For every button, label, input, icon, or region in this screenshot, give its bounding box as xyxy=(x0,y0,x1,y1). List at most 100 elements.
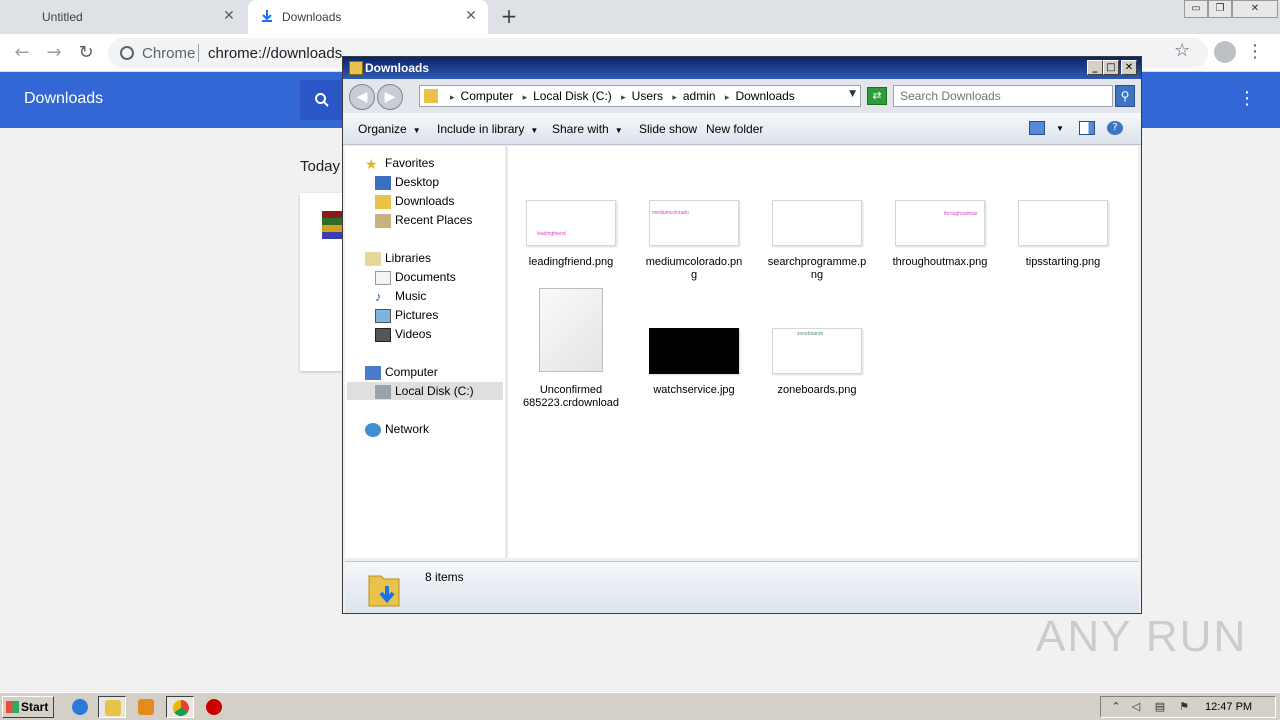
network-tray-icon[interactable]: ▤ xyxy=(1153,700,1167,714)
nav-recent-places[interactable]: Recent Places xyxy=(375,213,472,228)
restore-button[interactable]: ❐ xyxy=(1208,0,1232,18)
clock[interactable]: 12:47 PM xyxy=(1205,701,1252,713)
nav-desktop[interactable]: Desktop xyxy=(375,175,439,190)
nav-music[interactable]: ♪ Music xyxy=(375,289,426,304)
maximize-button[interactable]: □ xyxy=(1103,60,1119,75)
include-in-library-button[interactable]: Include in library ▼ xyxy=(437,122,538,136)
tab-close-icon[interactable]: ✕ xyxy=(220,7,238,25)
start-button[interactable]: Start xyxy=(2,696,54,718)
browser-tabstrip: Untitled ✕ Downloads ✕ + ▭ ❐ ✕ xyxy=(0,0,1280,34)
nav-favorites[interactable]: ★ Favorites xyxy=(365,156,434,171)
nav-pictures[interactable]: Pictures xyxy=(375,308,438,323)
slide-show-button[interactable]: Slide show xyxy=(639,122,697,136)
forward-button[interactable]: → xyxy=(42,41,66,65)
internet-explorer-icon xyxy=(72,699,88,715)
close-button[interactable]: ✕ xyxy=(1121,60,1137,75)
views-dropdown-icon[interactable]: ▼ xyxy=(1056,124,1064,133)
breadcrumb-local-disk[interactable]: Local Disk (C:) xyxy=(533,89,612,103)
search-icon[interactable] xyxy=(300,80,344,120)
taskbar-media-player[interactable] xyxy=(132,696,160,718)
pictures-icon xyxy=(375,308,391,323)
close-button[interactable]: ✕ xyxy=(1232,0,1278,18)
taskbar-explorer[interactable] xyxy=(98,696,126,718)
file-name: watchservice.jpg xyxy=(653,384,735,396)
search-input[interactable] xyxy=(900,89,1100,103)
libraries-icon xyxy=(365,251,381,266)
breadcrumb-downloads[interactable]: Downloads xyxy=(735,89,794,103)
download-card[interactable] xyxy=(300,193,344,371)
tab-close-icon[interactable]: ✕ xyxy=(462,7,480,25)
taskbar-opera[interactable] xyxy=(200,696,228,718)
breadcrumb-admin[interactable]: admin xyxy=(683,89,716,103)
file-name: throughoutmax.png xyxy=(892,256,988,268)
taskbar-chrome[interactable] xyxy=(166,696,194,718)
file-name: mediumcolorado.png xyxy=(645,256,743,281)
chrome-menu-icon[interactable]: ⋮ xyxy=(1246,41,1264,62)
image-thumbnail: throughoutmax xyxy=(895,200,985,246)
new-tab-button[interactable]: + xyxy=(498,5,520,27)
show-hidden-icons-icon[interactable]: ⌃ xyxy=(1109,700,1123,714)
image-thumbnail xyxy=(772,200,862,246)
back-button[interactable]: ◀ xyxy=(349,84,375,110)
folder-icon xyxy=(349,61,363,75)
breadcrumb-path: ▸ Computer ▸ Local Disk (C:) ▸ Users ▸ admin… xyxy=(450,89,795,103)
more-actions-icon[interactable]: ⋮ xyxy=(1238,88,1256,109)
minimize-button[interactable]: ▭ xyxy=(1184,0,1208,18)
omnibox-url[interactable]: chrome://downloads xyxy=(208,45,342,62)
downloads-folder-icon xyxy=(368,575,400,607)
nav-downloads[interactable]: Downloads xyxy=(375,194,454,209)
nav-videos[interactable]: Videos xyxy=(375,327,431,342)
videos-icon xyxy=(375,327,391,342)
breadcrumb-users[interactable]: Users xyxy=(632,89,663,103)
desktop-icon xyxy=(375,175,391,190)
image-thumbnail: leadingfriend xyxy=(526,200,616,246)
new-folder-button[interactable]: New folder xyxy=(706,122,763,136)
minimize-button[interactable]: _ xyxy=(1087,60,1103,75)
file-name: leadingfriend.png xyxy=(528,256,614,268)
search-box[interactable] xyxy=(893,85,1113,107)
file-name: Unconfirmed 685223.crdownload xyxy=(522,384,620,409)
nav-libraries[interactable]: Libraries xyxy=(365,251,431,266)
music-icon: ♪ xyxy=(375,288,382,304)
file-name: zoneboards.png xyxy=(777,384,857,396)
breadcrumb-computer[interactable]: Computer xyxy=(461,89,514,103)
explorer-titlebar[interactable]: Downloads _ □ ✕ xyxy=(343,57,1141,79)
image-thumbnail xyxy=(649,328,739,374)
taskbar-ie[interactable] xyxy=(66,696,94,718)
nav-local-disk[interactable]: Local Disk (C:) xyxy=(375,384,474,399)
organize-button[interactable]: Organize ▼ xyxy=(358,122,421,136)
chrome-page-icon xyxy=(120,46,134,60)
search-icon[interactable]: ⚲ xyxy=(1115,85,1135,107)
downloads-folder-icon xyxy=(424,89,438,103)
tab-downloads[interactable]: Downloads ✕ xyxy=(248,0,488,34)
command-bar: Organize ▼ Include in library ▼ Share with… xyxy=(343,113,1141,145)
page-title: Downloads xyxy=(24,90,104,107)
views-icon[interactable] xyxy=(1029,121,1045,135)
volume-icon[interactable]: ◁ xyxy=(1129,700,1143,714)
breadcrumb[interactable]: ▸ Computer ▸ Local Disk (C:) ▸ Users ▸ admin… xyxy=(419,85,861,107)
profile-avatar[interactable] xyxy=(1214,41,1236,63)
image-thumbnail: zoneboards xyxy=(772,328,862,374)
date-heading: Today xyxy=(300,158,341,175)
flag-icon[interactable]: ⚑ xyxy=(1177,700,1191,714)
back-button[interactable]: ← xyxy=(10,41,34,65)
tab-untitled[interactable]: Untitled ✕ xyxy=(0,0,246,34)
nav-computer[interactable]: Computer xyxy=(365,365,438,380)
nav-network[interactable]: Network xyxy=(365,422,429,437)
taskbar: Start ⌃ ◁ ▤ ⚑ 12:47 PM xyxy=(0,692,1280,720)
reload-button[interactable]: ↻ xyxy=(74,41,98,65)
file-name: tipsstarting.png xyxy=(1025,256,1101,268)
downloads-folder-icon xyxy=(375,194,391,209)
share-with-button[interactable]: Share with ▼ xyxy=(552,122,623,136)
nav-documents[interactable]: Documents xyxy=(375,270,456,285)
forward-button[interactable]: ▶ xyxy=(377,84,403,110)
drive-icon xyxy=(375,384,391,399)
refresh-icon[interactable]: ⇄ xyxy=(867,87,887,105)
image-thumbnail: mediumcolorado xyxy=(649,200,739,246)
documents-icon xyxy=(375,270,391,285)
bookmark-star-icon[interactable]: ☆ xyxy=(1174,40,1190,61)
preview-pane-icon[interactable] xyxy=(1079,121,1095,135)
download-icon xyxy=(260,9,274,23)
help-icon[interactable]: ? xyxy=(1107,121,1123,135)
chevron-down-icon[interactable]: ▼ xyxy=(849,89,856,99)
